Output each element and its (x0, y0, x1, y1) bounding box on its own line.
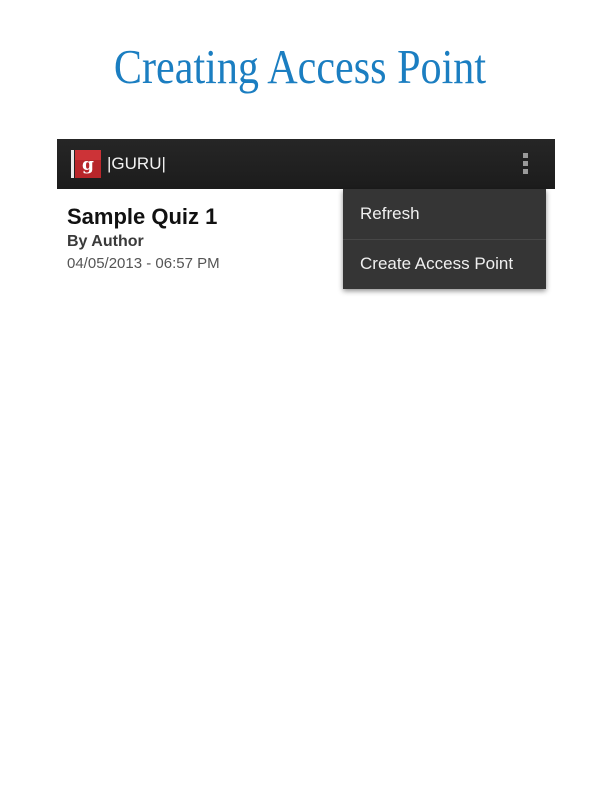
phone-screen: g |GURU| Sample Quiz 1 By Author 04/05/2… (57, 139, 555, 319)
page-heading: Creating Access Point (113, 39, 487, 94)
quiz-date: 04/05/2013 - 06:57 PM (67, 255, 220, 272)
overflow-menu-icon[interactable] (515, 149, 537, 179)
menu-item-refresh[interactable]: Refresh (343, 189, 546, 239)
app-title: |GURU| (107, 154, 166, 173)
menu-item-create-access-point[interactable]: Create Access Point (343, 239, 546, 289)
guru-logo-icon[interactable]: g (71, 150, 101, 178)
action-bar: g |GURU| (57, 139, 555, 189)
quiz-list-item[interactable]: Sample Quiz 1 By Author 04/05/2013 - 06:… (67, 202, 220, 275)
quiz-title: Sample Quiz 1 (67, 204, 218, 229)
quiz-author: By Author (67, 233, 144, 250)
overflow-menu: Refresh Create Access Point (343, 189, 546, 289)
svg-text:g: g (82, 155, 94, 175)
